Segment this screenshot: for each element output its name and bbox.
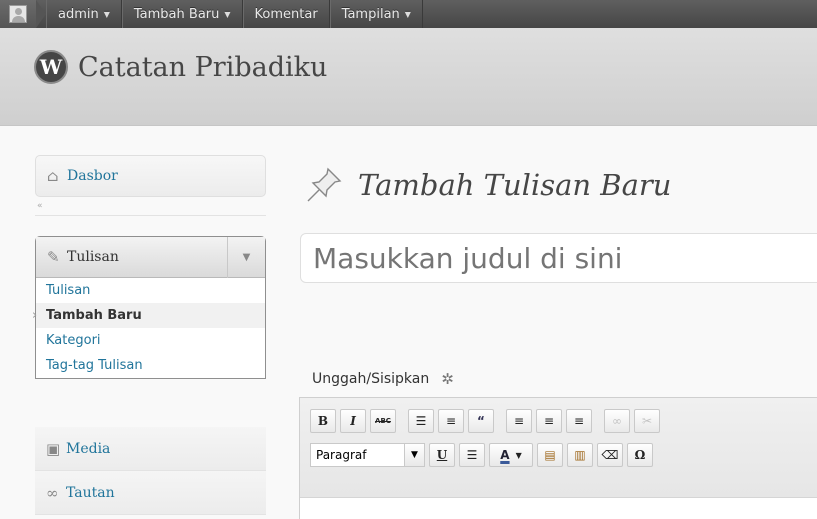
- home-icon: ⌂: [47, 167, 59, 185]
- remove-format-icon[interactable]: ⌫: [597, 443, 623, 467]
- underline-button[interactable]: U: [429, 443, 455, 467]
- collapse-menu-icon[interactable]: «: [37, 201, 43, 211]
- sidebar-item-label: Media: [66, 440, 111, 457]
- bold-button[interactable]: B: [310, 409, 336, 433]
- numbered-list-icon[interactable]: ≡: [438, 409, 464, 433]
- admin-sidebar: ⌂ Dasbor « ✎ Tulisan ▼ Tulisan Tambah Ba…: [32, 155, 266, 515]
- post-editor: B I ABC ☰ ≡ “ ≡ ≡ ≡ ∞ ✂ Paragraf ▼ U ☰ A…: [299, 397, 817, 519]
- chevron-down-icon: ▼: [103, 9, 110, 19]
- user-icon: [9, 5, 27, 23]
- italic-button[interactable]: I: [340, 409, 366, 433]
- admin-bar-comments-label: Komentar: [254, 6, 318, 22]
- post-title-input[interactable]: [300, 233, 817, 283]
- align-center-icon[interactable]: ≡: [536, 409, 562, 433]
- sidebar-item-label: Tulisan: [67, 249, 119, 265]
- site-title[interactable]: Catatan Pribadiku: [78, 52, 327, 83]
- submenu-item-categories[interactable]: Kategori: [36, 328, 265, 353]
- submenu-item-all-posts[interactable]: Tulisan: [36, 278, 265, 303]
- upload-insert-label: Unggah/Sisipkan: [312, 371, 430, 387]
- avatar[interactable]: [0, 0, 36, 28]
- chevron-down-icon[interactable]: ▼: [227, 237, 265, 278]
- sidebar-item-label: Tautan: [66, 484, 115, 501]
- strikethrough-button[interactable]: ABC: [370, 409, 396, 433]
- page-title: Tambah Tulisan Baru: [358, 168, 672, 202]
- editor-toolbar: B I ABC ☰ ≡ “ ≡ ≡ ≡ ∞ ✂ Paragraf ▼ U ☰ A…: [300, 398, 817, 498]
- format-select-value: Paragraf: [316, 448, 367, 462]
- media-icon: ▣: [46, 439, 61, 458]
- chevron-down-icon: ▼: [515, 450, 522, 460]
- chevron-down-icon: ▼: [224, 9, 231, 19]
- sidebar-item-links[interactable]: ∞ Tautan: [35, 471, 266, 515]
- insert-link-icon[interactable]: ∞: [604, 409, 630, 433]
- admin-bar-user-menu[interactable]: admin ▼: [46, 0, 122, 28]
- admin-bar-comments[interactable]: Komentar: [242, 0, 330, 28]
- align-right-icon[interactable]: ≡: [566, 409, 592, 433]
- admin-bar: admin ▼ Tambah Baru ▼ Komentar Tampilan …: [0, 0, 817, 28]
- wordpress-logo-icon: W: [34, 50, 68, 84]
- sidebar-item-dashboard[interactable]: ⌂ Dasbor: [35, 155, 266, 197]
- sidebar-item-posts[interactable]: ✎ Tulisan ▼: [36, 237, 265, 278]
- admin-bar-new-menu[interactable]: Tambah Baru ▼: [121, 0, 243, 28]
- site-header: W Catatan Pribadiku: [0, 28, 817, 126]
- submenu-item-tags[interactable]: Tag-tag Tulisan: [36, 353, 265, 378]
- chevron-down-icon: ▼: [404, 9, 411, 19]
- submenu-item-add-new[interactable]: Tambah Baru: [32, 303, 265, 328]
- admin-bar-arrow: [36, 0, 46, 28]
- add-media-icon[interactable]: ✲: [441, 370, 454, 388]
- pushpin-icon: [307, 167, 342, 202]
- admin-bar-appearance-menu[interactable]: Tampilan ▼: [329, 0, 423, 28]
- align-left-icon[interactable]: ≡: [506, 409, 532, 433]
- page-heading: Tambah Tulisan Baru: [304, 165, 671, 205]
- sidebar-item-label: Dasbor: [67, 168, 118, 184]
- sidebar-item-media[interactable]: ▣ Media: [35, 427, 266, 471]
- admin-bar-new-label: Tambah Baru: [133, 6, 220, 22]
- toolbar-row-2: Paragraf ▼ U ☰ A ▼ ▤ ▥ ⌫ Ω: [310, 442, 817, 468]
- upload-insert: Unggah/Sisipkan ✲: [312, 370, 454, 388]
- paste-text-icon[interactable]: ▤: [537, 443, 563, 467]
- site-branding: W Catatan Pribadiku: [34, 50, 327, 84]
- chevron-down-icon: ▼: [404, 444, 424, 466]
- link-icon: ∞: [46, 483, 59, 502]
- special-character-button[interactable]: Ω: [627, 443, 653, 467]
- posts-menu: ✎ Tulisan ▼ Tulisan Tambah Baru Kategori…: [32, 236, 266, 379]
- format-select[interactable]: Paragraf ▼: [310, 443, 425, 467]
- blockquote-icon[interactable]: “: [468, 409, 494, 433]
- admin-bar-appearance-label: Tampilan: [341, 6, 400, 22]
- pushpin-icon: ✎: [47, 248, 60, 266]
- toolbar-row-1: B I ABC ☰ ≡ “ ≡ ≡ ≡ ∞ ✂: [310, 408, 817, 434]
- justify-icon[interactable]: ☰: [459, 443, 485, 467]
- paste-word-icon[interactable]: ▥: [567, 443, 593, 467]
- text-color-button[interactable]: A ▼: [489, 443, 533, 467]
- admin-bar-user-label: admin: [58, 6, 99, 22]
- bullet-list-icon[interactable]: ☰: [408, 409, 434, 433]
- separator: [35, 215, 266, 216]
- unlink-icon[interactable]: ✂: [634, 409, 660, 433]
